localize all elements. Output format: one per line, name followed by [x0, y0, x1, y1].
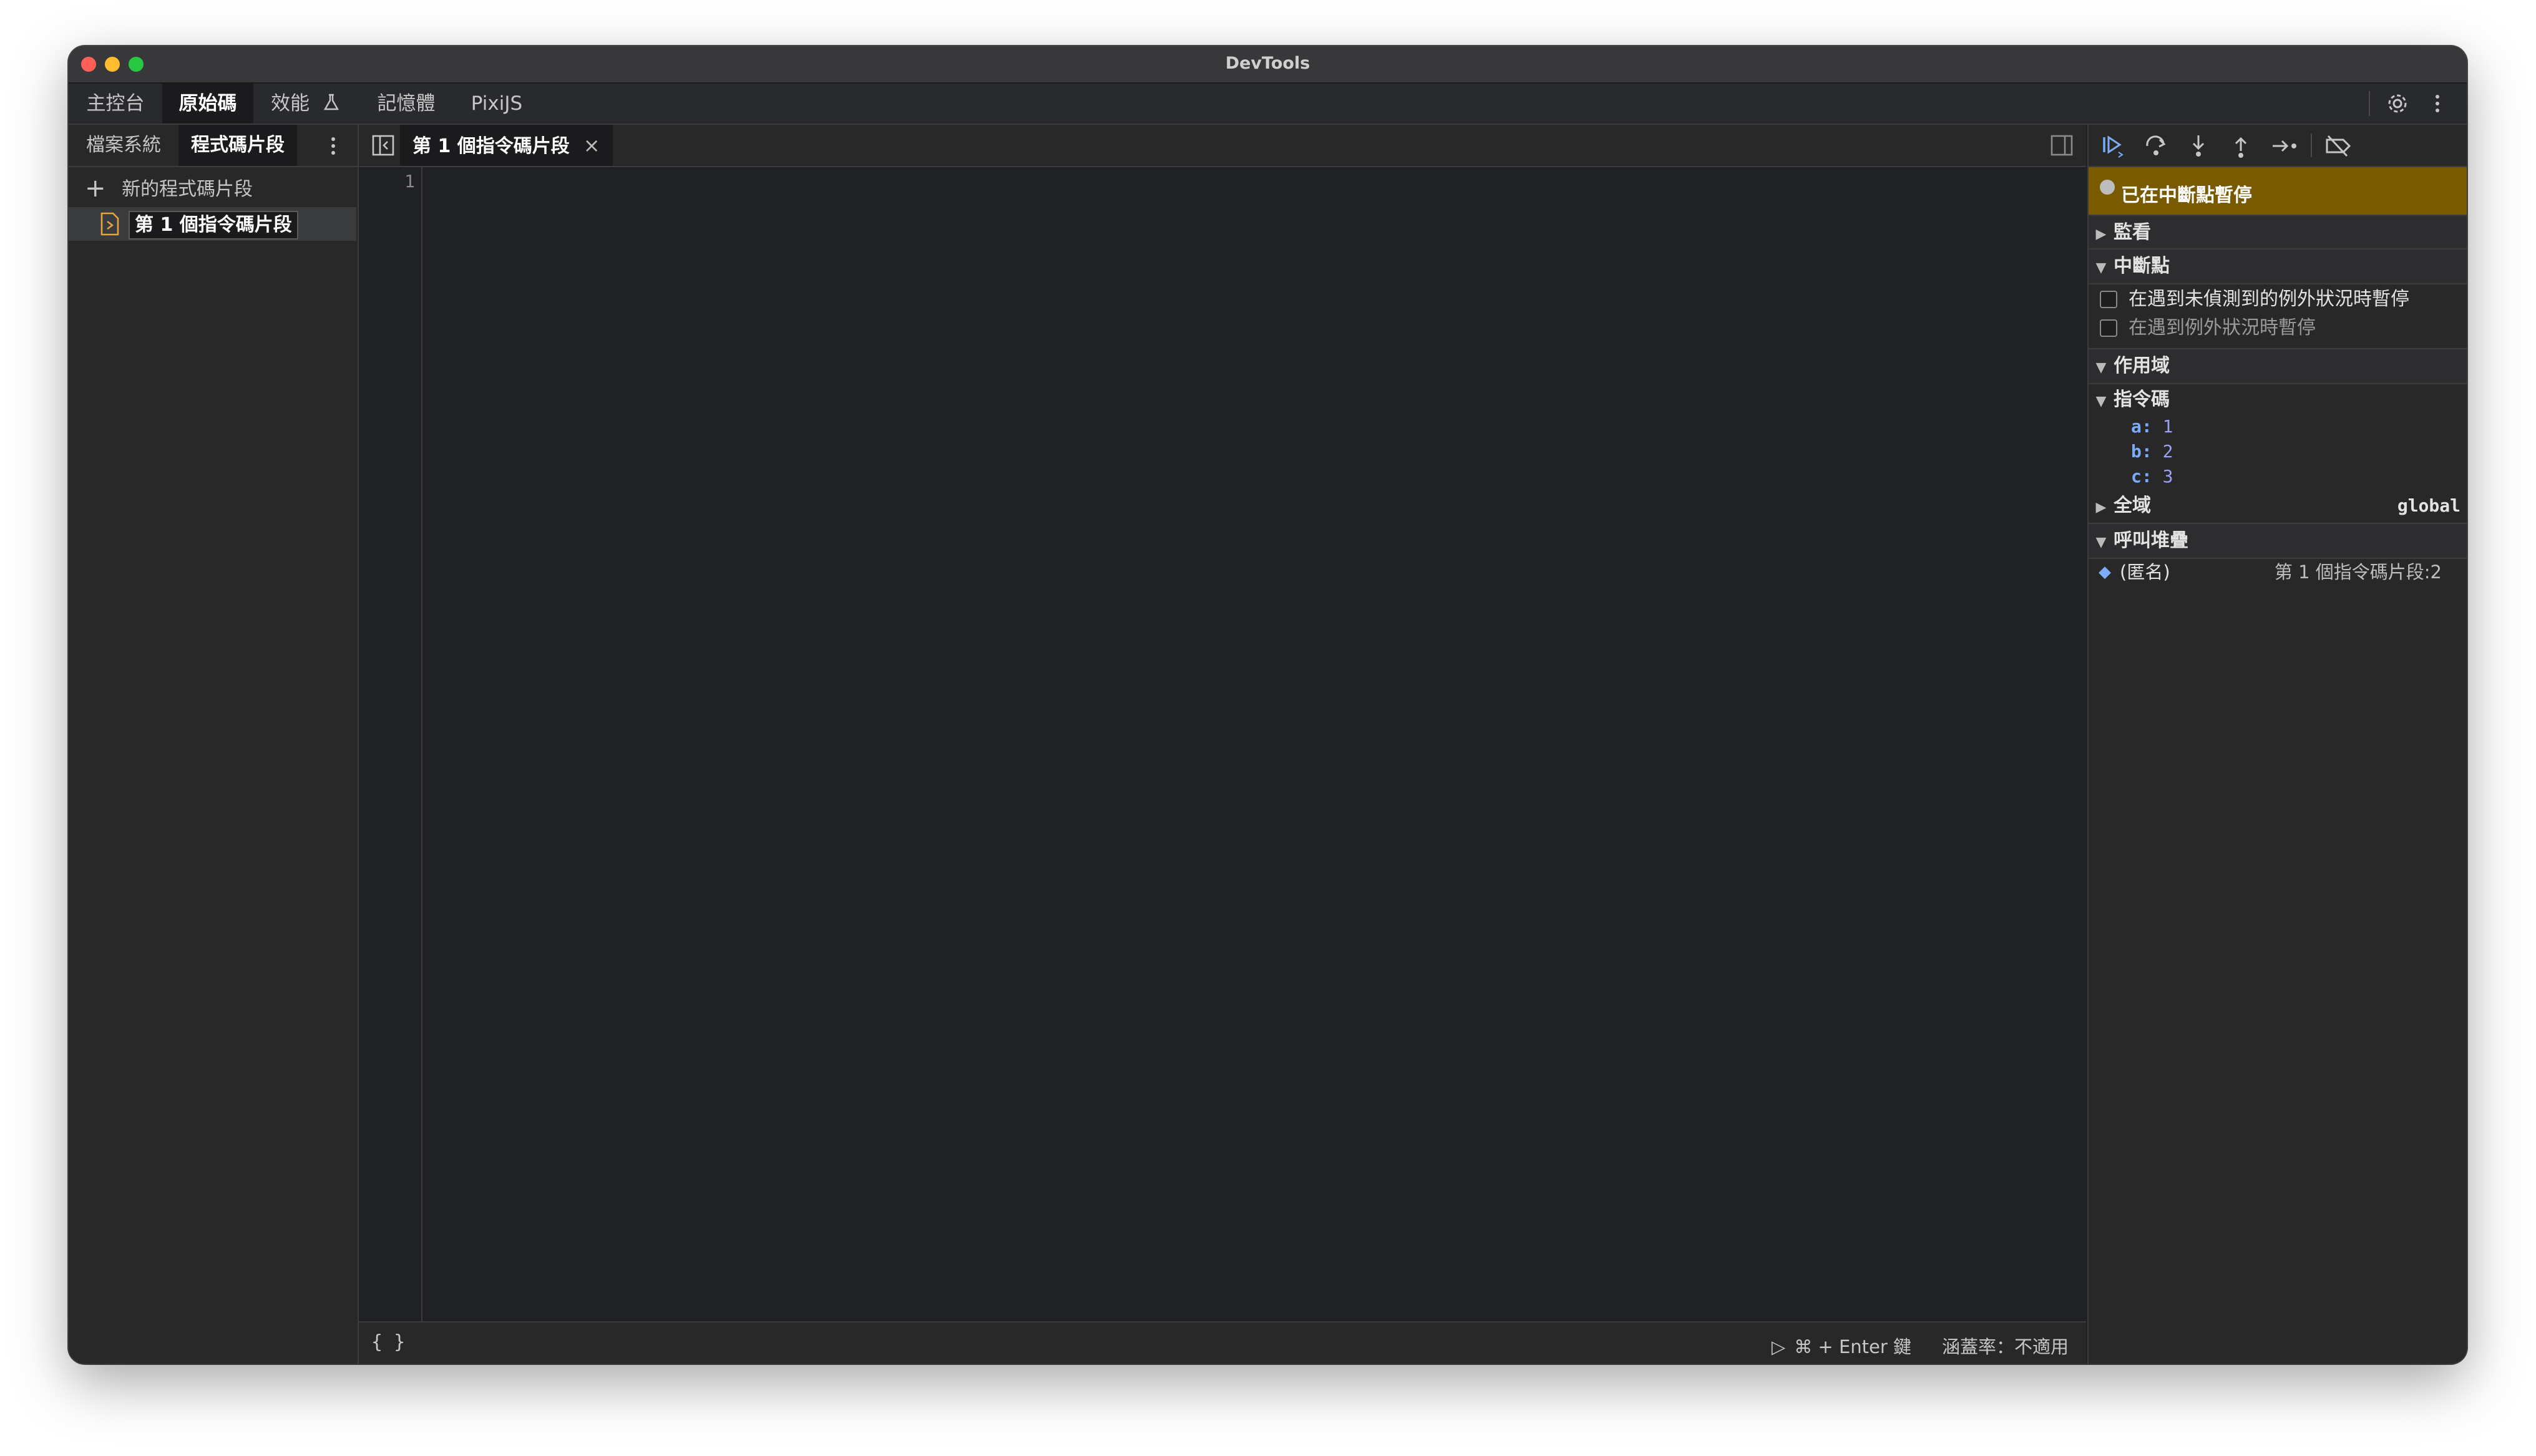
- tab-performance-label: 效能: [271, 92, 310, 115]
- snippet-item[interactable]: 第 1 個指令碼片段: [69, 207, 356, 241]
- scope-variable[interactable]: a: 1: [2131, 414, 2173, 439]
- tab-console-label: 主控台: [86, 92, 145, 115]
- step-into-icon[interactable]: [2186, 133, 2211, 161]
- pretty-print-button[interactable]: { }: [371, 1331, 405, 1353]
- tab-memory[interactable]: 記憶體: [359, 84, 453, 124]
- paused-banner-text: 已在中斷點暫停: [2121, 185, 2252, 206]
- call-frame-location[interactable]: 第 1 個指令碼片段:2: [2275, 558, 2442, 586]
- tab-performance[interactable]: 效能: [253, 84, 357, 124]
- tab-filesystem-label: 檔案系統: [86, 134, 161, 156]
- paused-banner: 已在中斷點暫停: [2089, 167, 2467, 215]
- tab-memory-label: 記憶體: [377, 92, 436, 115]
- navigator-sidebar: 檔案系統 程式碼片段 + 新的程式碼片段 第 1 個指令碼片段: [69, 125, 359, 1364]
- debugger-toolbar: [2089, 125, 2467, 167]
- scope-global[interactable]: ▶ 全域 global: [2089, 492, 2467, 520]
- resume-icon[interactable]: [2101, 133, 2126, 161]
- coverage-status: 涵蓋率：不適用: [1941, 1336, 2069, 1357]
- tab-snippets-label: 程式碼片段: [191, 134, 285, 156]
- window-title: DevTools: [1225, 54, 1310, 73]
- checkbox[interactable]: [2100, 319, 2117, 337]
- section-scope-label: 作用域: [2114, 355, 2170, 377]
- tab-sources-label: 原始碼: [178, 92, 237, 115]
- deactivate-breakpoints-icon[interactable]: [2324, 133, 2352, 161]
- pause-on-uncaught-label: 在遇到未偵測到的例外狀況時暫停: [2129, 288, 2409, 310]
- more-vertical-icon[interactable]: [328, 135, 338, 160]
- section-call-stack[interactable]: ▼ 呼叫堆疊: [2089, 523, 2467, 559]
- flask-icon: [323, 85, 339, 125]
- call-frame-name: (匿名): [2120, 561, 2170, 583]
- chevron-down-icon: ▼: [2095, 260, 2107, 276]
- line-number-gutter: 1: [359, 167, 422, 1321]
- line-number: 1: [404, 171, 415, 192]
- play-icon: ▷: [1771, 1336, 1786, 1357]
- tab-pixijs-label: PixiJS: [471, 92, 523, 115]
- scope-local-label: 指令碼: [2114, 389, 2170, 410]
- current-frame-icon: ◆: [2099, 563, 2111, 581]
- tab-snippet-file-label: 第 1 個指令碼片段: [412, 135, 570, 157]
- pause-on-caught-label: 在遇到例外狀況時暫停: [2129, 317, 2316, 339]
- scope-global-label: 全域: [2114, 495, 2151, 517]
- more-vertical-icon[interactable]: [2432, 92, 2442, 117]
- step-icon[interactable]: [2271, 133, 2298, 161]
- pause-on-caught-checkbox[interactable]: 在遇到例外狀況時暫停: [2100, 314, 2316, 342]
- devtools-window: DevTools 主控台 原始碼 效能 記憶體 PixiJS 檔案系統 程式碼片…: [69, 46, 2467, 1364]
- chevron-right-icon: ▶: [2095, 500, 2107, 515]
- new-snippet-button[interactable]: + 新的程式碼片段: [85, 175, 253, 202]
- title-bar: DevTools: [69, 46, 2467, 84]
- gear-icon[interactable]: [2385, 91, 2410, 119]
- variable-value: 2: [2162, 441, 2173, 462]
- variable-name: b: [2131, 441, 2142, 462]
- scope-global-value: global: [2397, 495, 2460, 516]
- section-breakpoints[interactable]: ▼ 中斷點: [2089, 248, 2467, 284]
- tab-sources[interactable]: 原始碼: [162, 84, 253, 124]
- info-icon: [2100, 180, 2115, 195]
- section-call-stack-label: 呼叫堆疊: [2114, 530, 2188, 551]
- scope-variable[interactable]: b: 2: [2131, 439, 2173, 464]
- variable-name: c: [2131, 466, 2142, 487]
- section-watch[interactable]: ▶ 監看: [2089, 215, 2467, 251]
- run-hint-label: ⌘ + Enter 鍵: [1794, 1336, 1911, 1357]
- section-breakpoints-label: 中斷點: [2114, 255, 2170, 277]
- pause-on-uncaught-checkbox[interactable]: 在遇到未偵測到的例外狀況時暫停: [2100, 286, 2409, 313]
- variable-value: 1: [2162, 416, 2173, 437]
- new-snippet-label: 新的程式碼片段: [122, 178, 253, 200]
- scope-local[interactable]: ▼ 指令碼: [2089, 386, 2467, 414]
- tab-snippet-file[interactable]: 第 1 個指令碼片段 ×: [400, 125, 613, 166]
- call-frame[interactable]: ◆ (匿名) 第 1 個指令碼片段:2: [2089, 558, 2467, 586]
- editor-tab-bar: 第 1 個指令碼片段 ×: [359, 125, 2086, 167]
- toolbar-divider: [2369, 91, 2370, 116]
- step-over-icon[interactable]: [2143, 133, 2168, 161]
- chevron-down-icon: ▼: [2095, 360, 2107, 376]
- run-snippet-button[interactable]: ▷ ⌘ + Enter 鍵: [1772, 1332, 1911, 1359]
- toggle-navigator-icon[interactable]: [371, 133, 395, 160]
- chevron-down-icon: ▼: [2095, 535, 2107, 550]
- debugger-sidebar: 已在中斷點暫停 ▶ 監看 ▼ 中斷點 在遇到未偵測到的例外狀況時暫停 在遇到例外狀況…: [2087, 125, 2467, 1364]
- snippet-file-icon: [100, 212, 120, 238]
- step-out-icon[interactable]: [2228, 133, 2253, 161]
- tab-console[interactable]: 主控台: [69, 84, 162, 124]
- tab-filesystem[interactable]: 檔案系統: [69, 125, 178, 166]
- editor-status-bar: { } ▷ ⌘ + Enter 鍵 涵蓋率：不適用: [359, 1321, 2086, 1364]
- toolbar-divider: [2311, 133, 2312, 157]
- scope-variable[interactable]: c: 3: [2131, 464, 2173, 489]
- chevron-right-icon: ▶: [2095, 226, 2107, 242]
- close-icon[interactable]: ×: [583, 133, 600, 157]
- chevron-down-icon: ▼: [2095, 394, 2107, 409]
- variable-value: 3: [2162, 466, 2173, 487]
- tab-pixijs[interactable]: PixiJS: [453, 84, 540, 124]
- variable-name: a: [2131, 416, 2142, 437]
- tab-snippets[interactable]: 程式碼片段: [178, 125, 297, 166]
- code-editor-panel: 第 1 個指令碼片段 × 1 { } ▷ ⌘ + Enter 鍵 涵蓋率：不適用: [359, 125, 2086, 1364]
- snippet-item-label: 第 1 個指令碼片段: [129, 211, 298, 240]
- navigator-tabs: 檔案系統 程式碼片段: [69, 125, 358, 167]
- main-panel-tabs: 主控台 原始碼 效能 記憶體 PixiJS: [69, 84, 2467, 125]
- section-scope[interactable]: ▼ 作用域: [2089, 348, 2467, 384]
- plus-icon: +: [85, 174, 106, 203]
- section-watch-label: 監看: [2114, 221, 2151, 243]
- toggle-debugger-icon[interactable]: [2050, 133, 2074, 160]
- checkbox[interactable]: [2100, 291, 2117, 308]
